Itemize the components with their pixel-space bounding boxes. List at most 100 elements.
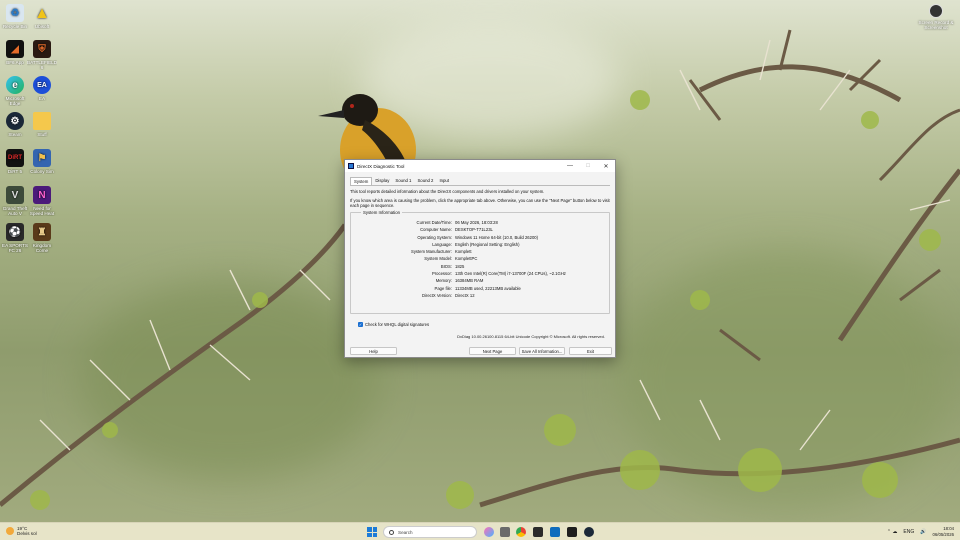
volume-icon[interactable]: 🔊 [920, 529, 926, 535]
info-key: BIOS: [440, 263, 452, 269]
info-row: System Manufacturer: Komplett [355, 248, 605, 255]
help-button[interactable]: Help [350, 347, 397, 355]
desktop-icon-label: Recycle Bin [2, 24, 28, 29]
start-button[interactable] [367, 527, 377, 537]
dxdiag-window: DirectX Diagnostic Tool — □ ✕ System Dis… [344, 159, 616, 358]
search-icon [389, 529, 394, 535]
desktop-icon-bf6-app[interactable]: ◢ BF6 App [0, 40, 30, 65]
taskbar-search[interactable]: Search [383, 526, 477, 538]
close-button[interactable]: ✕ [597, 160, 615, 172]
clock[interactable]: 18:04 06/05/2026 [932, 526, 954, 537]
section-title: System Information [361, 210, 403, 215]
whql-checkbox-row[interactable]: ✓ Check for WHQL digital signatures [358, 322, 429, 327]
kingdom-come-icon: ♜ [33, 223, 51, 241]
info-value: 06 May 2026, 18:03:28 [455, 220, 498, 225]
dirt-game-icon: DiRT [6, 149, 24, 167]
info-value: DESKTOP-T71L23L [455, 227, 493, 233]
desktop-icon-label: Microsoft Edge [5, 96, 25, 106]
info-key: DirectX Version: [421, 292, 452, 298]
info-row: System Model: KomplettPC [355, 255, 605, 262]
game-icon: ⚑ [33, 149, 51, 167]
info-row: Language: English (Regional Setting: Engl… [355, 241, 605, 248]
desktop-icon-label: Steam [8, 132, 22, 137]
desktop-icon-fc-26[interactable]: ⚽ EA SPORTS FC 26 [0, 223, 30, 253]
button-row: Help Next Page Save All Information... E… [350, 347, 612, 355]
dxdiag-app-icon [348, 163, 354, 169]
clock-time: 18:04 [943, 526, 954, 531]
window-title: DirectX Diagnostic Tool [357, 163, 405, 169]
info-key: Computer Name: [420, 227, 452, 233]
desktop-icon-stuff-folder[interactable]: Stuff [27, 112, 57, 137]
edge-browser-icon: e [6, 76, 24, 94]
system-tab-panel: This tool reports detailed information a… [350, 185, 610, 314]
desktop-icon-dirt-5[interactable]: DiRT DiRT 5 [0, 149, 30, 174]
windows-logo-quadrant [372, 527, 377, 532]
desktop-icon-label: BATTLEFIELD 6 [27, 60, 57, 70]
desktop-icon-steam[interactable]: ⚙ Steam [0, 112, 30, 137]
windows-logo-quadrant [367, 532, 372, 537]
chrome-icon[interactable] [516, 527, 526, 537]
info-row: Memory: 16384MB RAM [355, 277, 605, 284]
tab-sound-2[interactable]: Sound 2 [414, 177, 436, 185]
weather-desc: Delvis sol [17, 531, 37, 536]
tab-display[interactable]: Display [372, 177, 392, 185]
weather-text: 19°C Delvis sol [17, 526, 37, 536]
info-key: Memory: [435, 278, 452, 284]
desktop-icon-label: Grand Theft Auto V Enhanced [2, 206, 28, 216]
folder-icon [33, 112, 51, 130]
desktop-icon-screen-record[interactable]: Screen Record & Screenshot [918, 4, 954, 30]
save-all-information-button[interactable]: Save All Information... [519, 347, 565, 355]
tab-bar: System Display Sound 1 Sound 2 Input [345, 172, 615, 185]
info-row: Processor: 13th Gen Intel(R) Core(TM) i7-… [355, 270, 605, 277]
system-information-group: System Information Current Date/Time: 06 … [350, 210, 610, 314]
whql-checkbox-label: Check for WHQL digital signatures [365, 322, 430, 327]
steam-taskbar-icon[interactable] [584, 527, 594, 537]
windows-logo-quadrant [372, 532, 377, 537]
info-row: Page file: 11334MB used, 22213MB availabl… [355, 285, 605, 292]
language-indicator[interactable]: ENG [903, 529, 914, 535]
info-row: Computer Name: DESKTOP-T71L23L [355, 226, 605, 233]
intro-text: This tool reports detailed information a… [350, 189, 545, 194]
desktop-icon-edge[interactable]: e Microsoft Edge [0, 76, 30, 106]
minimize-button[interactable]: — [561, 160, 579, 172]
desktop-icon-gta-v[interactable]: V Grand Theft Auto V Enhanced [0, 186, 30, 216]
info-value: Windows 11 Home 64-bit (10.0, Build 2620… [455, 234, 539, 240]
desktop-icon-colony-sim[interactable]: ⚑ Colony Sim [27, 149, 57, 174]
info-key: Current Date/Time: [416, 220, 452, 225]
maximize-button[interactable]: □ [579, 160, 597, 172]
next-page-button[interactable]: Next Page [469, 347, 516, 355]
windows-logo-quadrant [367, 527, 372, 532]
tray-overflow-icon[interactable]: ⌃ ☁ [887, 529, 898, 535]
desktop-icon-kingdom-come[interactable]: ♜ Kingdom Come [27, 223, 57, 253]
shield-icon: ⛨ [33, 40, 51, 58]
info-value: Komplett [455, 249, 472, 255]
info-key: Processor: [431, 271, 452, 277]
steam-icon: ⚙ [6, 112, 24, 130]
desktop-icon-label: EA SPORTS FC 26 [2, 243, 28, 253]
ea-icon: EA [33, 76, 51, 94]
taskview-icon[interactable] [500, 527, 510, 537]
window-titlebar[interactable]: DirectX Diagnostic Tool — □ ✕ [345, 160, 615, 172]
copyright-text: DxDiag 10.00.26100.8115 64-bit Unicode C… [457, 334, 605, 339]
tab-input[interactable]: Input [436, 177, 452, 185]
tab-sound-1[interactable]: Sound 1 [392, 177, 414, 185]
desktop-icon-nfs-heat[interactable]: N Need for Speed Heat [27, 186, 57, 216]
desktop-icon-ubisoft[interactable]: ▲ Ubisoft [27, 4, 57, 29]
info-key: System Manufacturer: [411, 249, 452, 255]
exit-button[interactable]: Exit [569, 347, 612, 355]
whql-checkbox[interactable]: ✓ [358, 322, 363, 327]
tab-system[interactable]: System [350, 177, 373, 185]
terminal-icon[interactable] [567, 527, 577, 537]
desktop-icon-battlefield-6[interactable]: ⛨ BATTLEFIELD 6 [27, 40, 57, 70]
desktop-icon-recycle-bin[interactable]: ♻ Recycle Bin [0, 4, 30, 29]
weather-widget[interactable]: 19°C Delvis sol [6, 526, 37, 536]
system-tray: ⌃ ☁ ENG 🔊 18:04 06/05/2026 [887, 526, 954, 537]
store-icon[interactable] [533, 527, 543, 537]
copilot-icon[interactable] [484, 527, 494, 537]
clock-date: 06/05/2026 [932, 531, 954, 537]
desktop-icon-label: Stuff [37, 132, 47, 137]
desktop-icon-ea[interactable]: EA EA [27, 76, 57, 101]
desktop-icon-label: Screen Record & Screenshot [918, 20, 954, 30]
outlook-icon[interactable] [550, 527, 560, 537]
instructions-text: If you know which area is causing the pr… [350, 198, 610, 208]
